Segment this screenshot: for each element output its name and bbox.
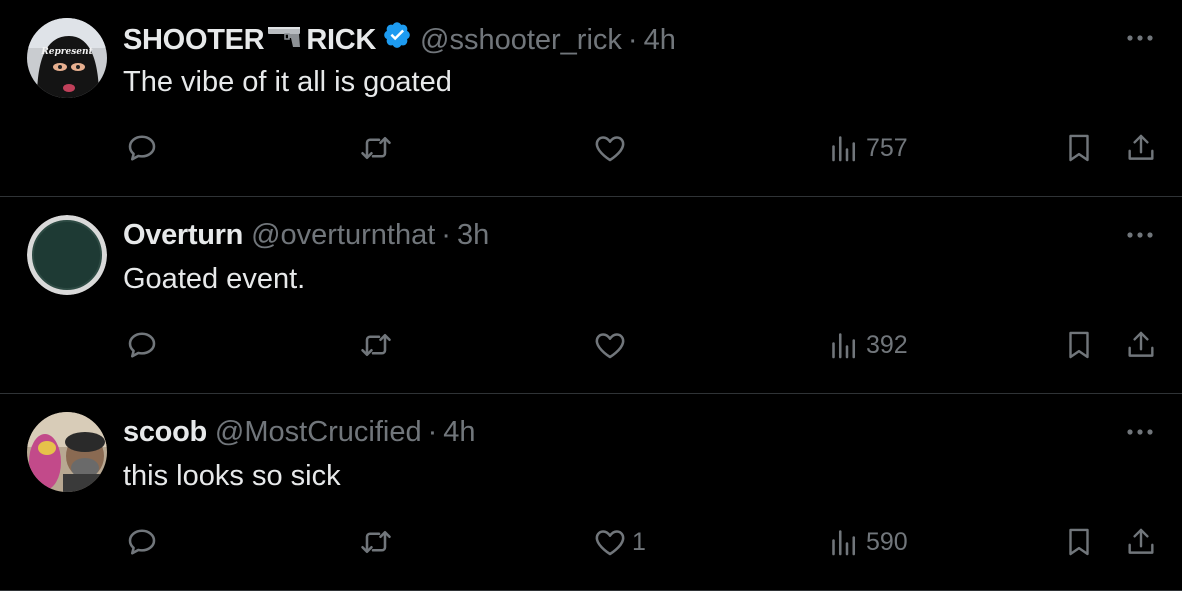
bookmark-button[interactable] — [1062, 128, 1096, 168]
views-button[interactable]: 757 — [826, 128, 908, 168]
views-icon — [832, 333, 856, 359]
tweet-text: this looks so sick — [123, 460, 341, 492]
retweet-icon — [361, 136, 391, 160]
share-button[interactable] — [1124, 128, 1158, 168]
more-icon[interactable] — [1124, 227, 1156, 243]
more-icon[interactable] — [1124, 30, 1156, 46]
views-button[interactable]: 392 — [826, 325, 908, 365]
like-icon — [595, 333, 625, 359]
views-icon — [832, 530, 856, 556]
action-bar: 1 590 — [0, 522, 1182, 562]
display-name[interactable]: Overturn — [123, 217, 243, 253]
pistol-icon — [266, 22, 304, 58]
separator: · — [427, 416, 438, 448]
share-icon — [1128, 134, 1154, 160]
timestamp[interactable]: 4h — [644, 22, 676, 58]
retweet-button[interactable] — [357, 325, 395, 365]
avatar[interactable]: Represent — [27, 18, 107, 98]
tweet[interactable]: Overturn @overturnthat · 3h Goated event… — [0, 197, 1182, 394]
share-icon — [1128, 528, 1154, 554]
bookmark-button[interactable] — [1062, 325, 1096, 365]
timestamp[interactable]: 3h — [457, 217, 489, 253]
reply-icon — [128, 332, 156, 358]
tweet[interactable]: Represent SHOOTER RICK @sshooter_rick · … — [0, 0, 1182, 197]
user-handle[interactable]: @sshooter_rick — [420, 22, 622, 58]
display-name[interactable]: RICK — [306, 22, 376, 58]
reply-icon — [128, 135, 156, 161]
user-handle[interactable]: @MostCrucified — [215, 414, 422, 450]
action-bar: 392 — [0, 325, 1182, 365]
timestamp[interactable]: 4h — [443, 414, 475, 450]
display-name[interactable]: SHOOTER — [123, 22, 265, 58]
like-count: 1 — [632, 527, 646, 556]
bookmark-button[interactable] — [1062, 522, 1096, 562]
tweet-text: The vibe of it all is goated — [123, 66, 452, 98]
tweet-header: SHOOTER RICK @sshooter_rick · 4h — [123, 20, 676, 59]
reply-button[interactable] — [124, 522, 160, 562]
reply-button[interactable] — [124, 325, 160, 365]
reply-icon — [128, 529, 156, 555]
more-icon[interactable] — [1124, 424, 1156, 440]
verified-icon — [382, 20, 412, 59]
view-count: 392 — [866, 330, 908, 359]
retweet-icon — [361, 333, 391, 357]
tweet[interactable]: scoob @MostCrucified · 4h this looks so … — [0, 394, 1182, 591]
views-icon — [832, 136, 856, 162]
share-button[interactable] — [1124, 522, 1158, 562]
retweet-icon — [361, 530, 391, 554]
bookmark-icon — [1069, 134, 1089, 162]
retweet-button[interactable] — [357, 522, 395, 562]
share-button[interactable] — [1124, 325, 1158, 365]
like-icon — [595, 136, 625, 162]
action-bar: 757 — [0, 128, 1182, 168]
avatar[interactable] — [27, 412, 107, 492]
view-count: 590 — [866, 527, 908, 556]
tweet-header: Overturn @overturnthat · 3h — [123, 217, 489, 253]
separator: · — [627, 23, 638, 56]
separator: · — [441, 219, 451, 251]
like-icon — [595, 530, 625, 556]
like-button[interactable]: 1 — [592, 522, 646, 562]
bookmark-icon — [1069, 331, 1089, 359]
tweet-text: Goated event. — [123, 263, 306, 295]
avatar-caption: Represent — [40, 47, 93, 57]
retweet-button[interactable] — [357, 128, 395, 168]
bookmark-icon — [1069, 528, 1089, 556]
view-count: 757 — [866, 133, 908, 162]
share-icon — [1128, 331, 1154, 357]
like-button[interactable] — [592, 325, 632, 365]
tweet-header: scoob @MostCrucified · 4h — [123, 414, 476, 450]
reply-button[interactable] — [124, 128, 160, 168]
user-handle[interactable]: @overturnthat — [251, 217, 435, 253]
like-button[interactable] — [592, 128, 632, 168]
avatar[interactable] — [27, 215, 107, 295]
display-name[interactable]: scoob — [123, 414, 207, 450]
views-button[interactable]: 590 — [826, 522, 908, 562]
